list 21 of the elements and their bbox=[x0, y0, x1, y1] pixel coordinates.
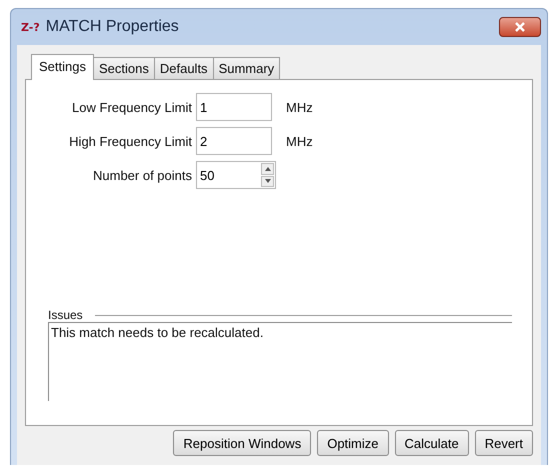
issues-text-area: This match needs to be recalculated. bbox=[48, 322, 512, 401]
close-button[interactable] bbox=[499, 17, 541, 37]
input-field[interactable]: 2 bbox=[196, 127, 272, 155]
group-title: Issues bbox=[48, 308, 83, 322]
input-field[interactable]: 1 bbox=[196, 93, 272, 121]
tab[interactable]: Sections bbox=[92, 57, 155, 79]
window-title: MATCH Properties bbox=[46, 18, 180, 36]
field-label: High Frequency Limit bbox=[68, 134, 193, 148]
dialog-button[interactable]: Calculate bbox=[394, 430, 469, 456]
tab[interactable]: Settings bbox=[31, 54, 94, 80]
dialog-button[interactable]: Revert bbox=[474, 430, 533, 456]
unit-label: MHz bbox=[286, 100, 313, 114]
unit-label: MHz bbox=[286, 134, 313, 148]
field-label: Low Frequency Limit bbox=[71, 100, 193, 114]
tab[interactable]: Summary bbox=[212, 57, 280, 79]
dialog-button[interactable]: Optimize bbox=[317, 430, 388, 456]
app-logo-icon: Z-? bbox=[21, 20, 40, 34]
field-label: Number of points bbox=[92, 168, 193, 182]
dialog-button[interactable]: Reposition Windows bbox=[173, 430, 312, 456]
close-icon bbox=[514, 22, 526, 32]
tab[interactable]: Defaults bbox=[154, 57, 214, 79]
